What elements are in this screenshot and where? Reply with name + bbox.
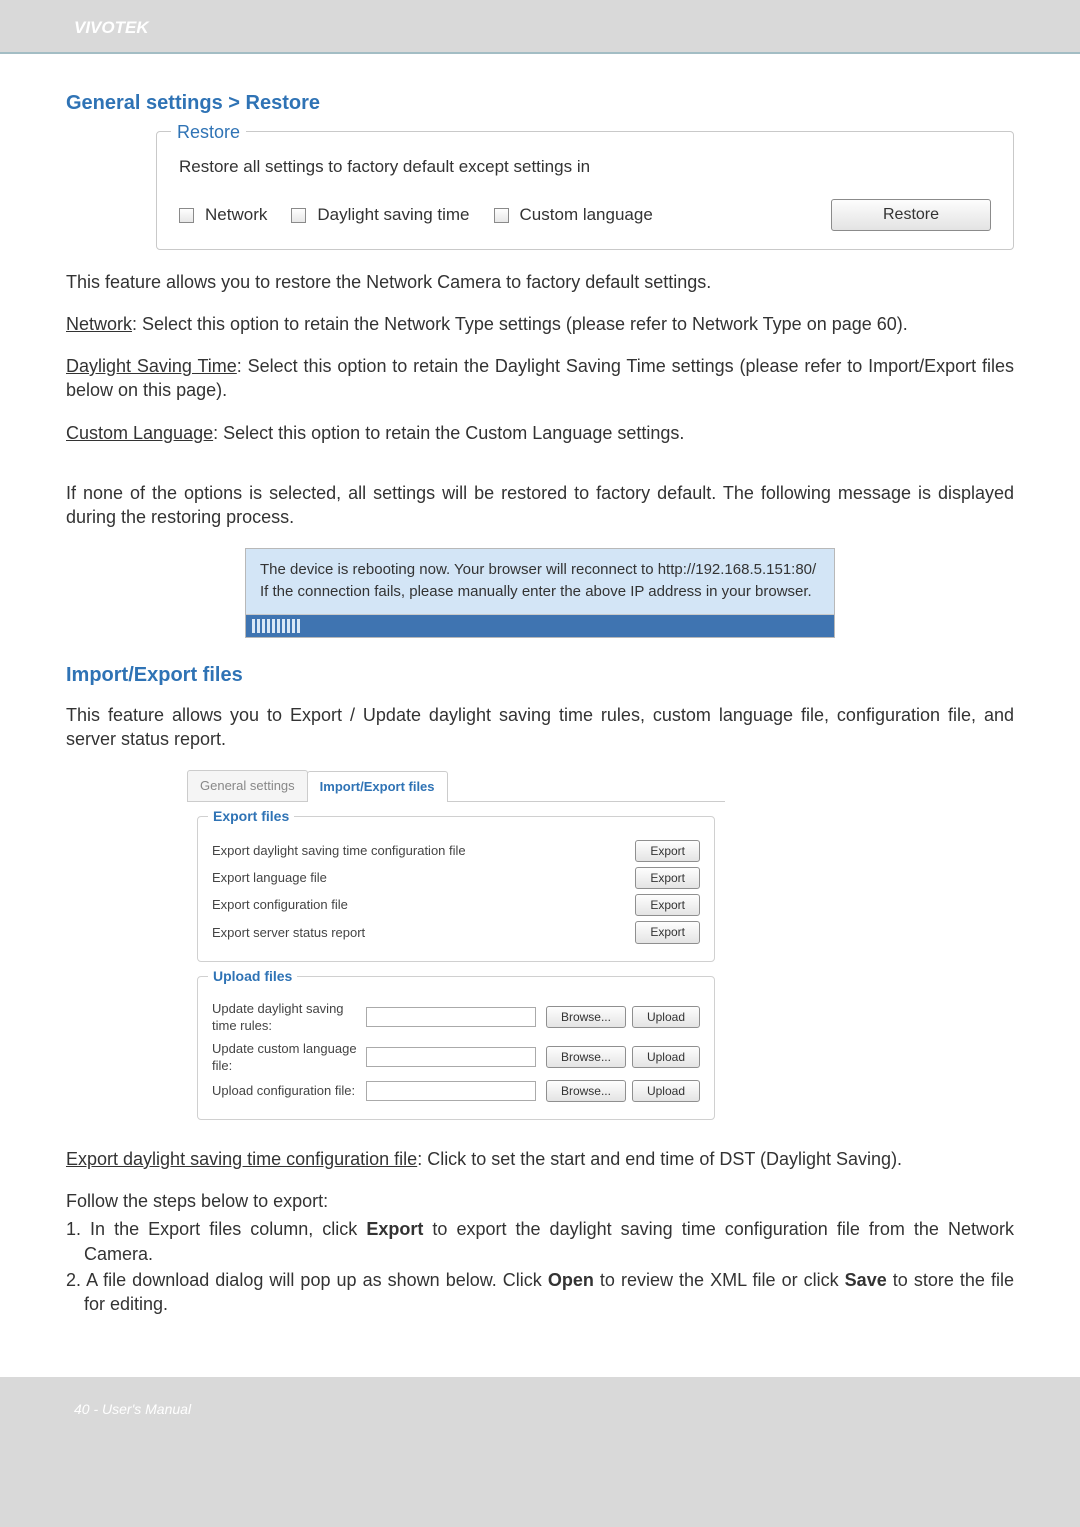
page-header: VIVOTEK <box>0 0 1080 52</box>
para-export-dst: Export daylight saving time configuratio… <box>66 1147 1014 1171</box>
file-input-dst[interactable] <box>366 1007 536 1027</box>
file-input-lang[interactable] <box>366 1047 536 1067</box>
export-button-lang[interactable]: Export <box>635 867 700 889</box>
section-title-restore: General settings > Restore <box>66 90 1014 117</box>
page: VIVOTEK General settings > Restore Resto… <box>0 0 1080 1453</box>
reboot-message-box: The device is rebooting now. Your browse… <box>245 548 835 638</box>
section-title-import-export: Import/Export files <box>66 662 1014 689</box>
browse-button-dst[interactable]: Browse... <box>546 1006 626 1028</box>
para-lang-term: Custom Language <box>66 423 213 443</box>
page-content: General settings > Restore Restore Resto… <box>0 54 1080 1377</box>
import-export-intro: This feature allows you to Export / Upda… <box>66 703 1014 752</box>
upload-row-dst: Update daylight saving time rules: Brows… <box>212 1000 700 1035</box>
checkbox-dst[interactable] <box>291 208 306 223</box>
tab-import-export[interactable]: Import/Export files <box>307 771 448 802</box>
export-row-config: Export configuration file Export <box>212 894 700 916</box>
para-none: If none of the options is selected, all … <box>66 481 1014 530</box>
upload-row-lang-label: Update custom language file: <box>212 1040 366 1075</box>
export-row-config-label: Export configuration file <box>212 896 629 914</box>
restore-button[interactable]: Restore <box>831 199 991 231</box>
step1-bold: Export <box>366 1219 423 1239</box>
step2-open: Open <box>548 1270 594 1290</box>
restore-intro: This feature allows you to restore the N… <box>66 270 1014 294</box>
page-footer: 40 - User's Manual <box>0 1377 1080 1453</box>
tab-general-settings[interactable]: General settings <box>187 770 308 801</box>
step2-save: Save <box>845 1270 887 1290</box>
export-row-dst: Export daylight saving time configuratio… <box>212 840 700 862</box>
import-export-panel: General settings Import/Export files Exp… <box>186 769 726 1131</box>
export-button-config[interactable]: Export <box>635 894 700 916</box>
export-legend: Export files <box>208 807 294 826</box>
restore-options-row: Network Daylight saving time Custom lang… <box>179 199 991 231</box>
restore-description: Restore all settings to factory default … <box>179 156 991 179</box>
para-network-term: Network <box>66 314 132 334</box>
checkbox-language-label: Custom language <box>520 205 653 224</box>
para-dst: Daylight Saving Time: Select this option… <box>66 354 1014 403</box>
upload-row-dst-label: Update daylight saving time rules: <box>212 1000 366 1035</box>
restore-legend: Restore <box>171 120 246 144</box>
reboot-message-text: The device is rebooting now. Your browse… <box>246 549 834 615</box>
reboot-line1: The device is rebooting now. Your browse… <box>260 559 820 582</box>
checkbox-dst-label: Daylight saving time <box>317 205 469 224</box>
tab-bar: General settings Import/Export files <box>187 770 725 802</box>
para-network: Network: Select this option to retain th… <box>66 312 1014 336</box>
checkbox-network[interactable] <box>179 208 194 223</box>
step-1: 1. In the Export files column, click Exp… <box>66 1217 1014 1266</box>
checkbox-network-wrap: Network <box>179 202 267 227</box>
step-2: 2. A file download dialog will pop up as… <box>66 1268 1014 1317</box>
checkbox-language[interactable] <box>494 208 509 223</box>
para-network-text: : Select this option to retain the Netwo… <box>132 314 908 334</box>
export-row-dst-label: Export daylight saving time configuratio… <box>212 842 629 860</box>
steps-intro: Follow the steps below to export: <box>66 1189 1014 1213</box>
checkbox-language-wrap: Custom language <box>494 202 653 227</box>
upload-button-dst[interactable]: Upload <box>632 1006 700 1028</box>
browse-button-config[interactable]: Browse... <box>546 1080 626 1102</box>
step2-a: 2. A file download dialog will pop up as… <box>66 1270 548 1290</box>
upload-row-lang: Update custom language file: Browse... U… <box>212 1040 700 1075</box>
checkbox-network-label: Network <box>205 205 267 224</box>
checkbox-dst-wrap: Daylight saving time <box>291 202 469 227</box>
export-row-status-label: Export server status report <box>212 924 629 942</box>
para-export-dst-text: : Click to set the start and end time of… <box>417 1149 902 1169</box>
export-row-status: Export server status report Export <box>212 921 700 943</box>
para-export-dst-term: Export daylight saving time configuratio… <box>66 1149 417 1169</box>
brand-label: VIVOTEK <box>0 18 1080 38</box>
export-row-lang: Export language file Export <box>212 867 700 889</box>
upload-row-config-label: Upload configuration file: <box>212 1082 366 1100</box>
export-fieldset: Export files Export daylight saving time… <box>197 816 715 962</box>
export-row-lang-label: Export language file <box>212 869 629 887</box>
upload-button-config[interactable]: Upload <box>632 1080 700 1102</box>
browse-button-lang[interactable]: Browse... <box>546 1046 626 1068</box>
footer-text: 40 - User's Manual <box>74 1401 191 1417</box>
step1-a: 1. In the Export files column, click <box>66 1219 366 1239</box>
export-button-status[interactable]: Export <box>635 921 700 943</box>
step2-c: to review the XML file or click <box>594 1270 845 1290</box>
upload-button-lang[interactable]: Upload <box>632 1046 700 1068</box>
para-dst-term: Daylight Saving Time <box>66 356 237 376</box>
para-lang: Custom Language: Select this option to r… <box>66 421 1014 445</box>
reboot-progress-bar <box>246 615 834 637</box>
upload-row-config: Upload configuration file: Browse... Upl… <box>212 1080 700 1102</box>
para-lang-text: : Select this option to retain the Custo… <box>213 423 684 443</box>
upload-legend: Upload files <box>208 967 297 986</box>
progress-stripes-icon <box>252 619 300 633</box>
reboot-line2: If the connection fails, please manually… <box>260 581 820 604</box>
restore-fieldset: Restore Restore all settings to factory … <box>156 131 1014 250</box>
upload-fieldset: Upload files Update daylight saving time… <box>197 976 715 1120</box>
file-input-config[interactable] <box>366 1081 536 1101</box>
export-button-dst[interactable]: Export <box>635 840 700 862</box>
